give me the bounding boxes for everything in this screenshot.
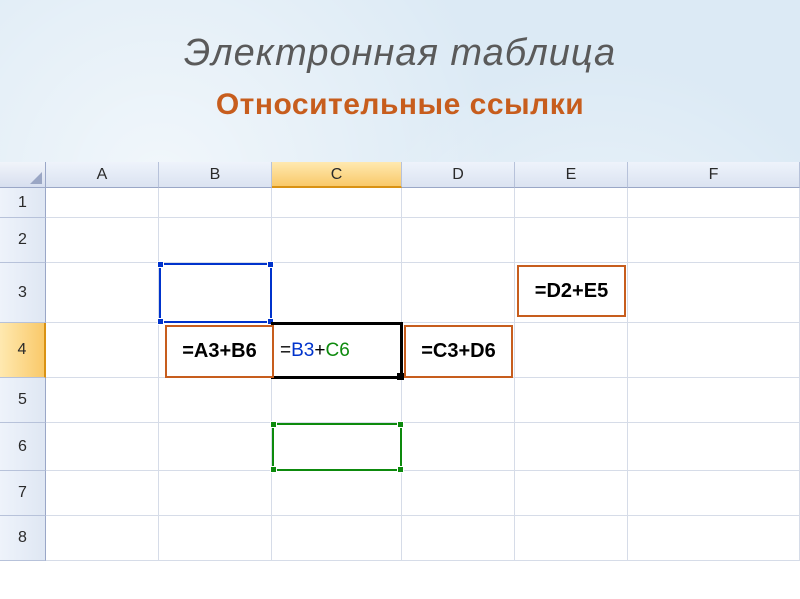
cell-e2[interactable] — [515, 218, 628, 263]
cell-grid[interactable]: = B3 + C6 =A3+B6 =C3+D6 =D2+E5 — [46, 188, 800, 599]
cell-f5[interactable] — [628, 378, 800, 423]
cell-c3[interactable] — [272, 263, 402, 323]
formula-ref-b3: B3 — [291, 340, 314, 362]
cell-d3[interactable] — [402, 263, 515, 323]
cell-e7[interactable] — [515, 471, 628, 516]
cell-f8[interactable] — [628, 516, 800, 561]
cell-f4[interactable] — [628, 323, 800, 378]
column-header-d[interactable]: D — [402, 162, 515, 188]
cell-a8[interactable] — [46, 516, 159, 561]
cell-c2[interactable] — [272, 218, 402, 263]
cell-d2[interactable] — [402, 218, 515, 263]
cell-b7[interactable] — [159, 471, 272, 516]
row-header-2[interactable]: 2 — [0, 218, 46, 263]
cell-f6[interactable] — [628, 423, 800, 471]
formula-equals: = — [280, 340, 291, 362]
row-header-1[interactable]: 1 — [0, 188, 46, 218]
formula-ref-c6: C6 — [325, 340, 349, 362]
row-header-8[interactable]: 8 — [0, 516, 46, 561]
column-header-b[interactable]: B — [159, 162, 272, 188]
row-header-3[interactable]: 3 — [0, 263, 46, 323]
slide-title: Электронная таблица — [0, 32, 800, 75]
cell-b1[interactable] — [159, 188, 272, 218]
cell-d8[interactable] — [402, 516, 515, 561]
row-header-5[interactable]: 5 — [0, 378, 46, 423]
row-headers: 12345678 — [0, 188, 46, 561]
slide: Электронная таблица Относительные ссылки… — [0, 0, 800, 599]
column-header-c[interactable]: C — [272, 162, 402, 188]
cell-f7[interactable] — [628, 471, 800, 516]
cell-d6[interactable] — [402, 423, 515, 471]
select-all-corner[interactable] — [0, 162, 46, 188]
cell-b2[interactable] — [159, 218, 272, 263]
cell-c8[interactable] — [272, 516, 402, 561]
cell-c1[interactable] — [272, 188, 402, 218]
column-header-e[interactable]: E — [515, 162, 628, 188]
cell-e8[interactable] — [515, 516, 628, 561]
column-headers: ABCDEF — [0, 162, 800, 188]
cell-c5[interactable] — [272, 378, 402, 423]
cell-d5[interactable] — [402, 378, 515, 423]
formula-plus: + — [314, 340, 325, 362]
cell-b5[interactable] — [159, 378, 272, 423]
cell-a7[interactable] — [46, 471, 159, 516]
formula-box-b4: =A3+B6 — [165, 325, 274, 378]
cell-a4[interactable] — [46, 323, 159, 378]
cell-e6[interactable] — [515, 423, 628, 471]
cell-b6[interactable] — [159, 423, 272, 471]
formula-box-e3: =D2+E5 — [517, 265, 626, 317]
cell-c7[interactable] — [272, 471, 402, 516]
spreadsheet: ABCDEF 12345678 = B3 + — [0, 162, 800, 599]
column-header-f[interactable]: F — [628, 162, 800, 188]
formula-box-d4: =C3+D6 — [404, 325, 513, 378]
cell-a5[interactable] — [46, 378, 159, 423]
cell-f1[interactable] — [628, 188, 800, 218]
row-header-6[interactable]: 6 — [0, 423, 46, 471]
active-cell-c4[interactable]: = B3 + C6 — [271, 322, 403, 379]
column-header-a[interactable]: A — [46, 162, 159, 188]
cell-e5[interactable] — [515, 378, 628, 423]
cell-b8[interactable] — [159, 516, 272, 561]
cell-f2[interactable] — [628, 218, 800, 263]
cell-a2[interactable] — [46, 218, 159, 263]
cell-a1[interactable] — [46, 188, 159, 218]
reference-highlight-b3 — [159, 263, 272, 323]
cell-f3[interactable] — [628, 263, 800, 323]
cell-a3[interactable] — [46, 263, 159, 323]
cell-d1[interactable] — [402, 188, 515, 218]
cell-e1[interactable] — [515, 188, 628, 218]
reference-highlight-c6 — [272, 423, 402, 471]
cell-e4[interactable] — [515, 323, 628, 378]
cell-a6[interactable] — [46, 423, 159, 471]
row-header-7[interactable]: 7 — [0, 471, 46, 516]
slide-subtitle: Относительные ссылки — [0, 88, 800, 122]
cell-d7[interactable] — [402, 471, 515, 516]
row-header-4[interactable]: 4 — [0, 323, 46, 378]
